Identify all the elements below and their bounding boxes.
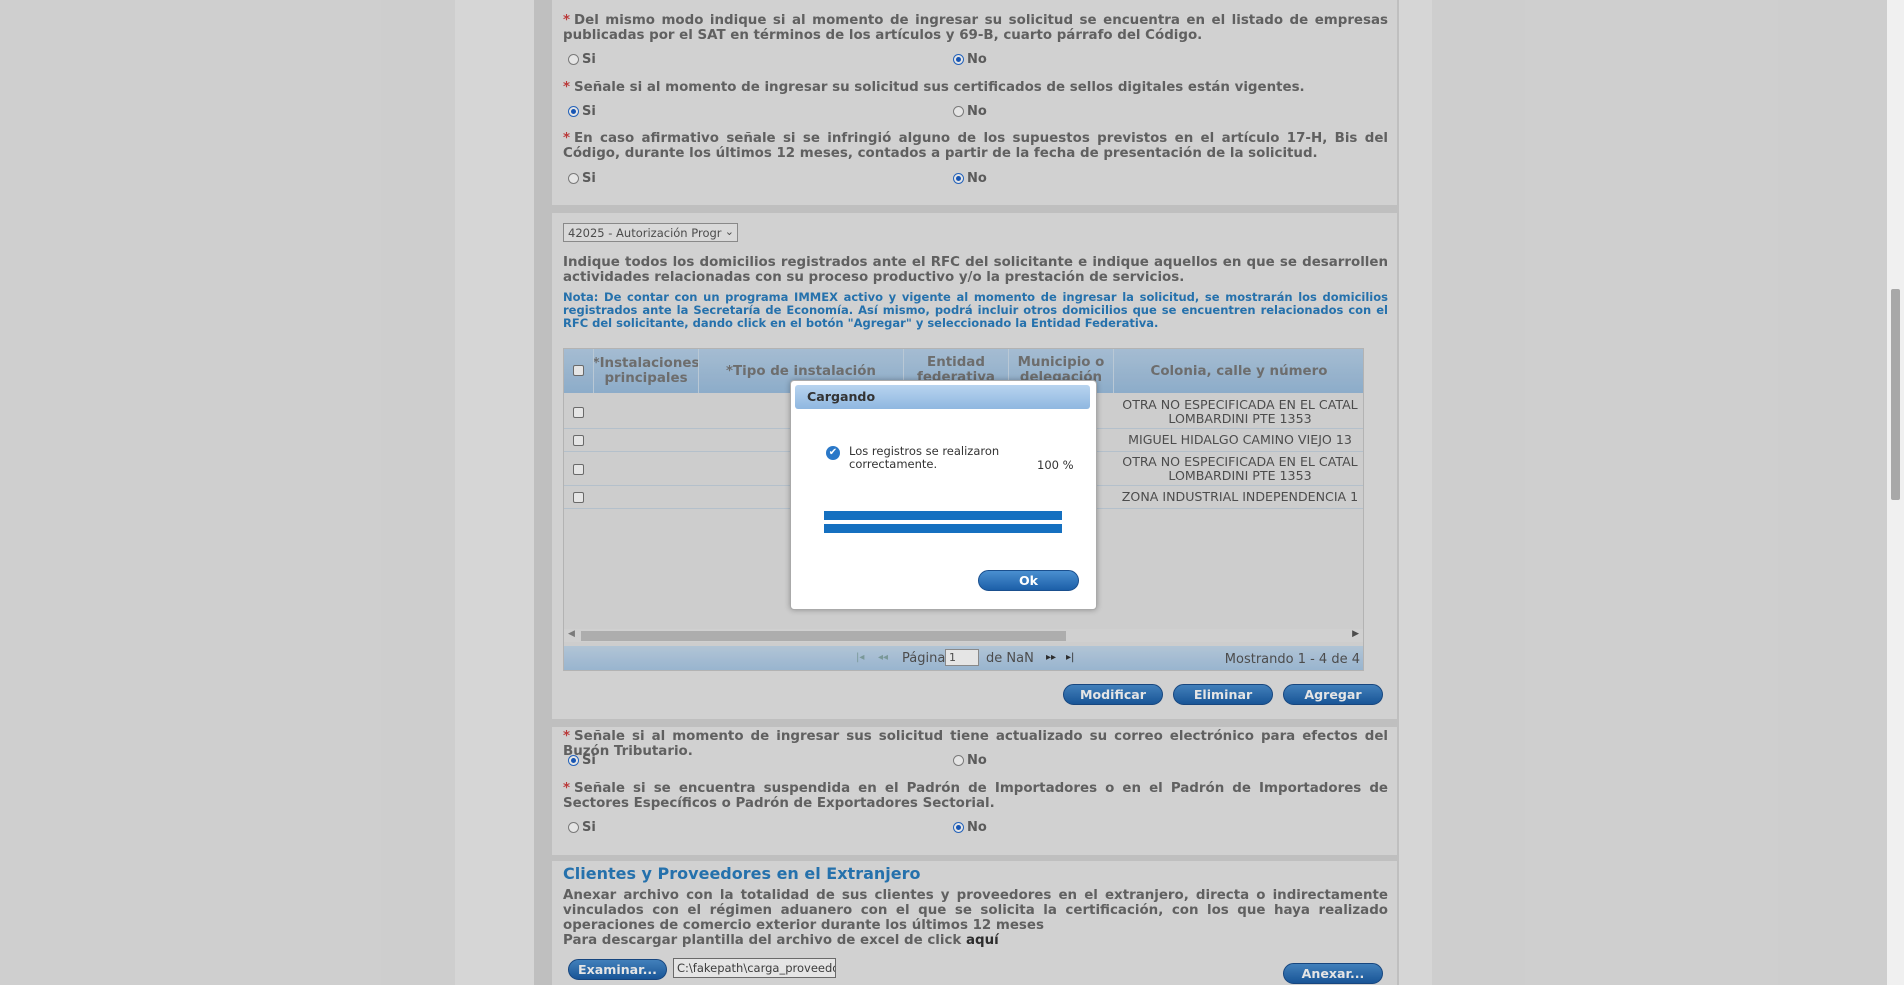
page-vertical-scrollbar[interactable] [1887,0,1904,985]
dialog-percent: 100 % [1037,458,1074,472]
dialog-message: Los registros se realizaron correctament… [849,444,1000,471]
ok-button[interactable]: Ok [978,570,1079,591]
scrollbar-thumb[interactable] [1891,289,1900,500]
progress-bar [824,511,1062,520]
loading-dialog: Cargando ✔ Los registros se realizaron c… [790,380,1097,610]
check-icon: ✔ [826,446,840,460]
dialog-title: Cargando [795,385,1090,409]
progress-bar-fill [824,524,1062,533]
